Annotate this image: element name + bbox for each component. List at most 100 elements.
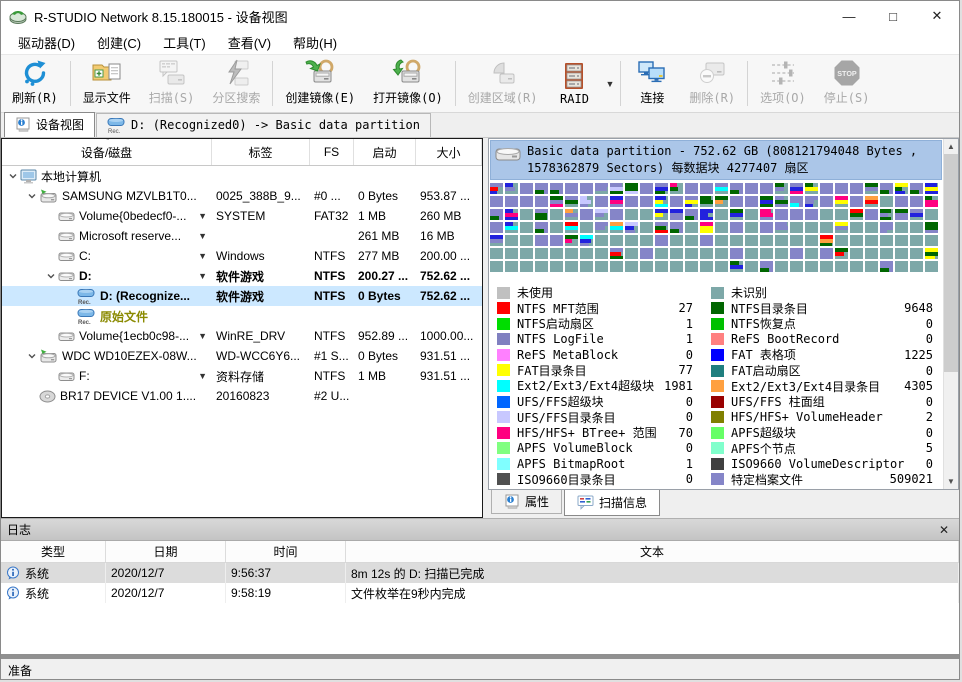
minimize-button[interactable]: —	[827, 1, 871, 31]
toolbar-separator	[272, 61, 273, 106]
row-dropdown-icon[interactable]: ▼	[198, 271, 210, 281]
log-column-header-3[interactable]: 文本	[346, 541, 959, 562]
panel-tab-scan-info[interactable]: 扫描信息	[564, 490, 660, 516]
scan-block	[625, 222, 638, 233]
menu-item-4[interactable]: 帮助(H)	[282, 30, 348, 55]
device-row-3[interactable]: Microsoft reserve...▼261 MB16 MB	[2, 226, 482, 246]
device-name: F:	[79, 369, 90, 383]
device-fs: NTFS	[310, 266, 354, 286]
panel-tab-label: 扫描信息	[599, 494, 647, 511]
column-header-2[interactable]: FS	[310, 139, 354, 165]
scan-block	[505, 261, 518, 272]
log-column-header-2[interactable]: 时间	[226, 541, 346, 562]
close-button[interactable]: ✕	[915, 1, 959, 31]
scan-block	[595, 261, 608, 272]
device-name: C:	[79, 249, 91, 263]
toolbar-button-create-image[interactable]: 创建镜像(E)	[276, 57, 364, 110]
scroll-up-icon[interactable]: ▲	[944, 139, 958, 154]
scan-block	[745, 235, 758, 246]
scan-block	[730, 261, 743, 272]
device-row-5[interactable]: D:▼软件游戏NTFS200.27 ...752.62 ...	[2, 266, 482, 286]
expander-icon[interactable]	[5, 171, 20, 181]
legend-column-left: 未使用NTFS MFT范围27NTFS启动扇区1NTFS LogFile1ReF…	[497, 285, 693, 487]
device-row-4[interactable]: C:▼WindowsNTFS277 MB200.00 ...	[2, 246, 482, 266]
log-column-header-0[interactable]: 类型	[1, 541, 106, 562]
scan-block	[670, 248, 683, 259]
legend-item: NTFS恢复点0	[711, 316, 933, 332]
scan-block	[520, 196, 533, 207]
device-row-1[interactable]: SAMSUNG MZVLB1T0...0025_388B_9...#0 ...0…	[2, 186, 482, 206]
expander-icon[interactable]	[24, 351, 39, 361]
column-header-1[interactable]: 标签	[212, 139, 310, 165]
row-dropdown-icon[interactable]: ▼	[198, 331, 210, 341]
scan-block	[805, 222, 818, 233]
scan-block	[535, 248, 548, 259]
main-tab-1[interactable]: Rec.D: (Recognized0) -> Basic data parti…	[96, 113, 431, 137]
device-size: 200.00 ...	[416, 246, 482, 266]
panel-tab-label: 属性	[525, 493, 549, 510]
row-dropdown-icon[interactable]: ▼	[198, 211, 210, 221]
device-name: D: (Recognize...	[100, 289, 190, 303]
device-row-7[interactable]: Rec.原始文件	[2, 306, 482, 326]
device-row-8[interactable]: Volume{1ecb0c98-...▼WinRE_DRVNTFS952.89 …	[2, 326, 482, 346]
scrollbar-thumb[interactable]	[944, 154, 958, 372]
scroll-down-icon[interactable]: ▼	[944, 474, 958, 489]
legend-label: APFS VolumeBlock	[517, 441, 633, 455]
scan-block	[700, 196, 713, 207]
menu-item-1[interactable]: 创建(C)	[86, 30, 152, 55]
scrollbar-track[interactable]	[944, 154, 958, 474]
column-header-4[interactable]: 大小	[416, 139, 482, 165]
column-header-3[interactable]: 启动	[354, 139, 416, 165]
device-row-2[interactable]: Volume{0bedecf0-...▼SYSTEMFAT321 MB260 M…	[2, 206, 482, 226]
row-dropdown-icon[interactable]: ▼	[198, 231, 210, 241]
menu-item-3[interactable]: 查看(V)	[217, 30, 282, 55]
main-tab-0[interactable]: 设备视图	[4, 112, 95, 137]
toolbar-button-label: 分区搜索	[212, 89, 260, 106]
scan-panel-scrollbar[interactable]: ▲ ▼	[943, 139, 958, 489]
log-row-0[interactable]: 系统2020/12/79:56:378m 12s 的 D: 扫描已完成	[1, 563, 959, 583]
legend-item: UFS/FFS超级块0	[497, 394, 693, 410]
log-row-1[interactable]: 系统2020/12/79:58:19文件枚举在9秒内完成	[1, 583, 959, 603]
device-row-11[interactable]: BR17 DEVICE V1.00 1....20160823#2 U...	[2, 386, 482, 406]
scan-block	[790, 248, 803, 259]
legend-count: 0	[680, 472, 693, 486]
partition-search-icon	[221, 58, 251, 88]
expander-icon[interactable]	[24, 191, 39, 201]
menu-item-0[interactable]: 驱动器(D)	[7, 30, 86, 55]
scan-block	[790, 261, 803, 272]
device-label: WD-WCC6Y6...	[212, 346, 310, 366]
scan-block	[640, 209, 653, 220]
panel-tab-properties[interactable]: 属性	[491, 490, 562, 514]
device-row-9[interactable]: WDC WD10EZEX-08W...WD-WCC6Y6...#1 S...0 …	[2, 346, 482, 366]
toolbar-button-open-image[interactable]: 打开镜像(O)	[364, 57, 452, 110]
device-start: 1 MB	[354, 206, 416, 226]
row-dropdown-icon[interactable]: ▼	[198, 251, 210, 261]
device-row-6[interactable]: Rec.D: (Recognize...软件游戏NTFS0 Bytes752.6…	[2, 286, 482, 306]
legend-count: 1225	[898, 348, 933, 362]
toolbar-button-show-files[interactable]: 显示文件	[74, 57, 140, 110]
device-row-10[interactable]: F:▼资料存储NTFS1 MB931.51 ...	[2, 366, 482, 386]
maximize-button[interactable]: □	[871, 1, 915, 31]
toolbar-button-refresh[interactable]: 刷新(R)	[3, 57, 67, 110]
scan-block	[490, 209, 503, 220]
scan-block	[880, 209, 893, 220]
legend-count: 0	[920, 457, 933, 471]
raid-dropdown-icon[interactable]: ▼	[602, 57, 617, 110]
scan-block	[865, 235, 878, 246]
scan-block	[535, 196, 548, 207]
recognized-icon: Rec.	[77, 288, 96, 305]
legend-swatch	[497, 349, 510, 361]
device-row-0[interactable]: 本地计算机	[2, 166, 482, 186]
toolbar-button-raid[interactable]: RAID	[546, 57, 602, 110]
toolbar-button-connect[interactable]: 连接	[624, 57, 680, 110]
scan-block	[790, 209, 803, 220]
log-column-header-1[interactable]: 日期	[106, 541, 226, 562]
column-header-0[interactable]: 设备/磁盘ˆ	[2, 139, 212, 165]
row-dropdown-icon[interactable]: ▼	[198, 371, 210, 381]
scan-block	[655, 222, 668, 233]
log-close-icon[interactable]: ✕	[935, 521, 953, 539]
menu-item-2[interactable]: 工具(T)	[152, 30, 217, 55]
scan-block-map[interactable]	[489, 181, 943, 277]
expander-icon[interactable]	[43, 271, 58, 281]
scan-block	[790, 222, 803, 233]
